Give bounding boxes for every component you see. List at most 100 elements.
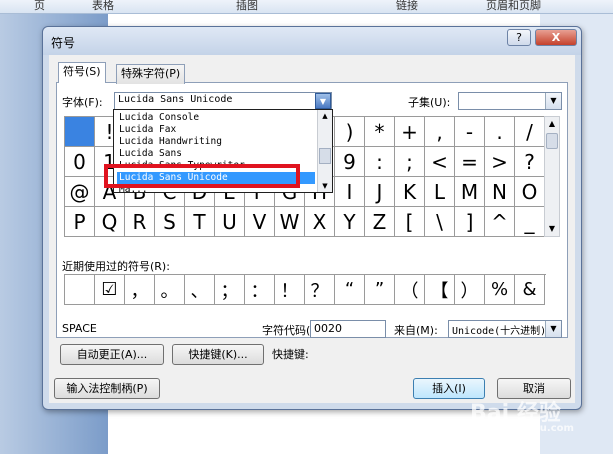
symbol-cell[interactable]: ] (455, 207, 485, 237)
font-option[interactable]: Lucida Console (117, 112, 315, 124)
scroll-down-icon[interactable]: ▼ (318, 180, 332, 192)
chevron-down-icon[interactable]: ▼ (545, 93, 561, 109)
symbol-cell[interactable]: ? (515, 147, 545, 177)
symbol-cell[interactable]: U (215, 207, 245, 237)
char-name: SPACE (62, 322, 97, 335)
symbol-cell[interactable]: - (455, 117, 485, 147)
tab-special-chars[interactable]: 特殊字符(P) (116, 64, 186, 84)
symbol-cell[interactable]: Y (335, 207, 365, 237)
symbol-cell[interactable]: _ (515, 207, 545, 237)
symbol-cell[interactable]: O (515, 177, 545, 207)
subset-label: 子集(U): (408, 96, 451, 109)
symbol-cell[interactable]: ; (395, 147, 425, 177)
symbol-cell[interactable]: R (125, 207, 155, 237)
from-label: 来自(M): (394, 324, 438, 337)
recent-symbol-cell[interactable]: 。 (155, 275, 185, 305)
recent-symbols-label: 近期使用过的符号(R): (62, 260, 170, 273)
symbol-cell[interactable]: N (485, 177, 515, 207)
ribbon-tab-header-footer[interactable]: 页眉和页脚 (486, 0, 541, 13)
from-value: Unicode(十六进制) (452, 326, 547, 337)
recent-symbol-cell[interactable]: 、 (185, 275, 215, 305)
symbol-cell[interactable]: 0 (65, 147, 95, 177)
symbol-cell[interactable]: . (485, 117, 515, 147)
recent-symbol-cell[interactable]: ☑ (95, 275, 125, 305)
scroll-thumb[interactable] (546, 133, 558, 149)
symbol-cell[interactable]: @ (65, 177, 95, 207)
scroll-up-icon[interactable]: ▲ (545, 117, 559, 131)
symbol-cell[interactable]: [ (395, 207, 425, 237)
symbol-cell[interactable]: ^ (485, 207, 515, 237)
font-combo[interactable]: Lucida Sans Unicode ▼ (114, 92, 332, 110)
font-value: Lucida Sans Unicode (118, 94, 233, 105)
symbol-cell[interactable]: J (365, 177, 395, 207)
symbol-cell[interactable]: 9 (335, 147, 365, 177)
symbol-cell[interactable]: K (395, 177, 425, 207)
recent-symbol-cell[interactable]: 【 (425, 275, 455, 305)
symbol-cell[interactable]: I (335, 177, 365, 207)
ime-control-button[interactable]: 输入法控制柄(P) (54, 378, 160, 399)
symbol-cell[interactable]: = (455, 147, 485, 177)
font-option[interactable]: Lucida Handwriting (117, 136, 315, 148)
recent-symbol-cell[interactable]: “ (335, 275, 365, 305)
chevron-down-icon[interactable]: ▼ (315, 93, 331, 109)
close-button[interactable]: X (535, 29, 577, 46)
recent-symbol-cell[interactable] (65, 275, 95, 305)
recent-symbol-cell[interactable]: ） (455, 275, 485, 305)
ribbon-tab-page[interactable]: 页 (34, 0, 45, 13)
symbol-grid-scrollbar[interactable]: ▲ ▼ (544, 116, 560, 237)
symbol-cell[interactable]: > (485, 147, 515, 177)
ribbon-tab-illustrations[interactable]: 插图 (236, 0, 258, 13)
symbol-cell[interactable]: Q (95, 207, 125, 237)
symbol-cell[interactable]: \ (425, 207, 455, 237)
symbol-cell[interactable]: < (425, 147, 455, 177)
scroll-thumb[interactable] (319, 148, 331, 164)
recent-symbol-cell[interactable]: ： (245, 275, 275, 305)
symbol-cell[interactable]: L (425, 177, 455, 207)
ribbon-tab-table[interactable]: 表格 (92, 0, 114, 13)
symbol-cell[interactable]: W (275, 207, 305, 237)
recent-symbol-cell[interactable]: ； (215, 275, 245, 305)
subset-combo[interactable]: ▼ (458, 92, 562, 110)
shortcut-label: 快捷键: (272, 348, 309, 361)
symbol-cell[interactable]: S (155, 207, 185, 237)
tab-symbols[interactable]: 符号(S) (58, 62, 106, 83)
symbol-cell[interactable]: * (365, 117, 395, 147)
symbol-cell[interactable]: V (245, 207, 275, 237)
symbol-cell[interactable]: , (425, 117, 455, 147)
symbol-cell[interactable] (65, 117, 95, 147)
chevron-down-icon[interactable]: ▼ (545, 321, 561, 337)
font-option[interactable]: Lucida Fax (117, 124, 315, 136)
from-combo[interactable]: Unicode(十六进制) ▼ (448, 320, 562, 338)
recent-symbol-cell[interactable]: ” (365, 275, 395, 305)
ribbon-bar: 页 表格 插图 链接 页眉和页脚 (0, 0, 613, 14)
recent-symbol-cell[interactable]: & (515, 275, 545, 305)
symbol-cell[interactable]: X (305, 207, 335, 237)
dropdown-scrollbar[interactable]: ▲ ▼ (317, 110, 332, 192)
help-button[interactable]: ? (507, 29, 531, 46)
recent-symbol-cell[interactable]: ， (125, 275, 155, 305)
symbol-cell[interactable]: : (365, 147, 395, 177)
symbol-cell[interactable]: Z (365, 207, 395, 237)
dialog-titlebar[interactable]: 符号 ? X (43, 27, 581, 55)
char-code-input[interactable]: 0020 (310, 320, 386, 338)
symbol-cell[interactable]: P (65, 207, 95, 237)
scroll-down-icon[interactable]: ▼ (545, 222, 559, 236)
recent-symbols-row: ☑，。、；：！？ “” （【）% & (64, 274, 546, 305)
watermark-logo: Bai 经验 jingyan.baidu.com (470, 395, 574, 434)
autocorrect-button[interactable]: 自动更正(A)... (60, 344, 164, 365)
recent-symbol-cell[interactable]: ！ (275, 275, 305, 305)
symbol-cell[interactable]: T (185, 207, 215, 237)
symbol-cell[interactable]: / (515, 117, 545, 147)
shortcut-key-button[interactable]: 快捷键(K)... (172, 344, 264, 365)
font-option[interactable]: Lucida Sans (117, 148, 315, 160)
scroll-up-icon[interactable]: ▲ (318, 110, 332, 122)
recent-symbol-cell[interactable]: （ (395, 275, 425, 305)
watermark-url: jingyan.baidu.com (470, 423, 574, 434)
ribbon-tab-links[interactable]: 链接 (396, 0, 418, 13)
recent-symbol-cell[interactable]: ？ (305, 275, 335, 305)
symbol-cell[interactable]: + (395, 117, 425, 147)
highlight-annotation-box (104, 164, 300, 188)
symbol-cell[interactable]: ) (335, 117, 365, 147)
symbol-cell[interactable]: M (455, 177, 485, 207)
recent-symbol-cell[interactable]: % (485, 275, 515, 305)
